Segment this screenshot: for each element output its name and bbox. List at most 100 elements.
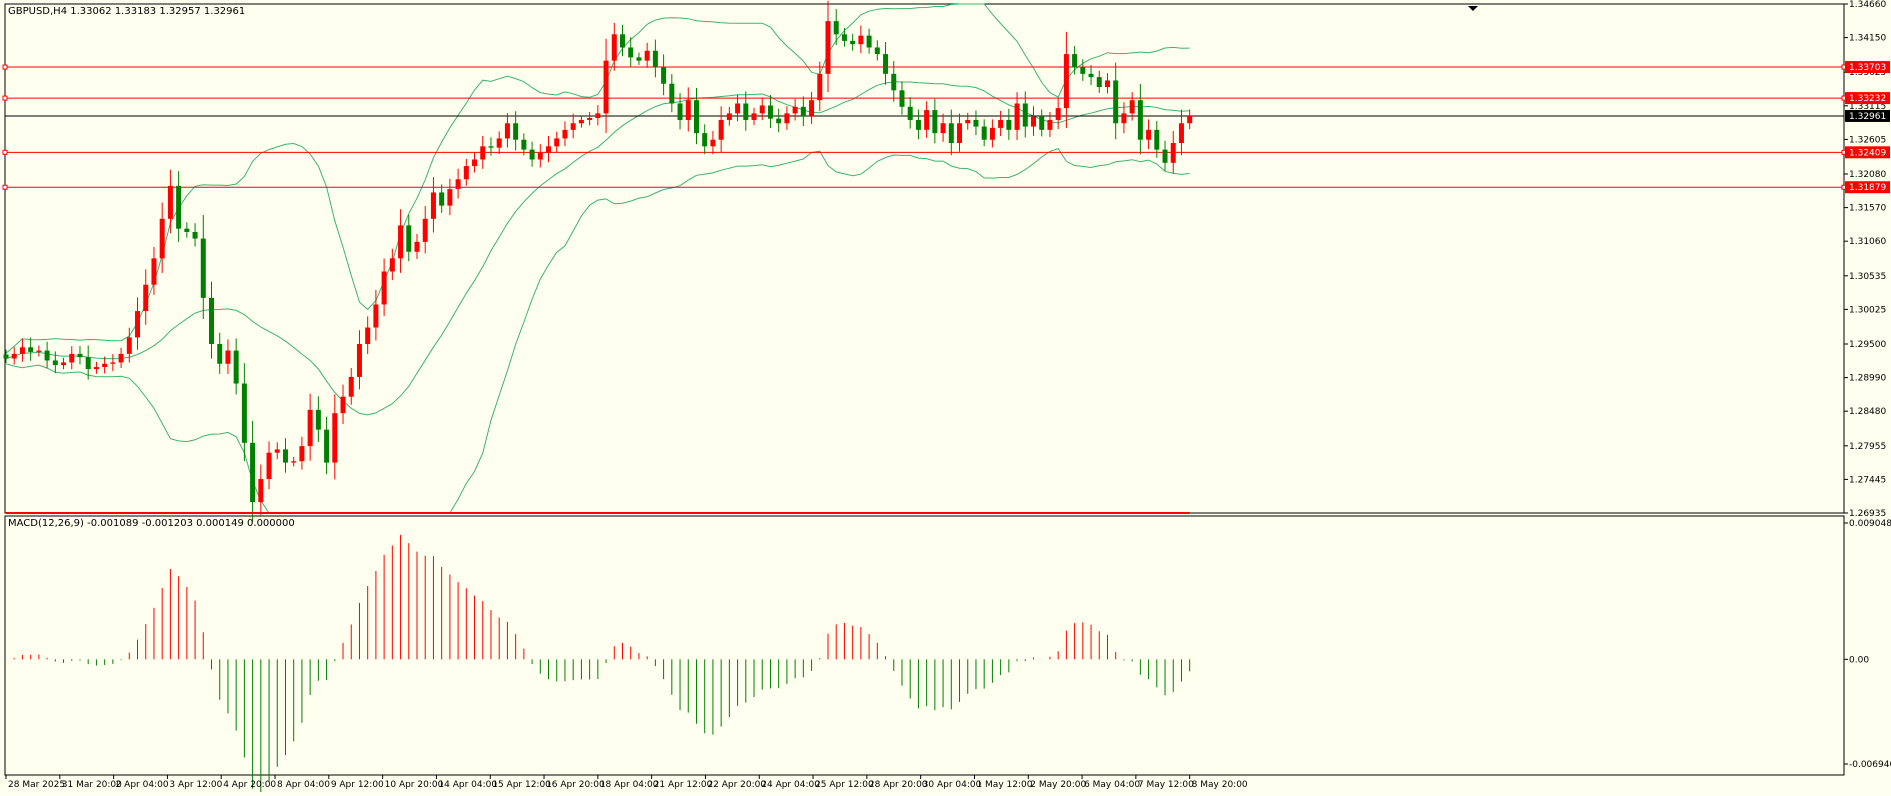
- price-tick-label: 1.31570: [1849, 204, 1886, 214]
- candle-body: [652, 50, 658, 68]
- candle-body: [1022, 103, 1028, 127]
- time-tick-label: 18 Apr 04:00: [600, 780, 659, 790]
- candle-body: [973, 119, 979, 127]
- macd-plot-frame: [4, 515, 1845, 776]
- price-tick-label: 1.30535: [1849, 272, 1886, 282]
- price-tick-label: 1.26935: [1849, 509, 1886, 519]
- price-chart-svg[interactable]: 1.346601.341501.336251.331151.326051.320…: [0, 0, 1891, 795]
- candle-body: [1178, 123, 1184, 144]
- candle-body: [1146, 129, 1152, 140]
- candle-body: [356, 343, 362, 377]
- upper-band-line: [5, 3, 1190, 354]
- candle-body: [225, 350, 231, 364]
- candle-body: [1014, 103, 1020, 130]
- price-tick-label: 1.31060: [1849, 237, 1886, 247]
- candle-body: [406, 225, 412, 252]
- candle-body: [455, 179, 461, 190]
- candle-body: [143, 284, 149, 312]
- candle-body: [587, 117, 593, 120]
- time-tick-label: 1 May 12:00: [976, 780, 1032, 790]
- candle-body: [422, 218, 428, 242]
- price-tick-label: 1.27955: [1849, 442, 1886, 452]
- candle-body: [159, 218, 165, 259]
- level-handle-left-4[interactable]: [2, 184, 8, 190]
- candle-body: [957, 123, 963, 144]
- candle-body: [340, 396, 346, 414]
- candle-body: [850, 40, 856, 45]
- candle-body: [332, 413, 338, 463]
- candle-body: [447, 189, 453, 206]
- candle-body: [759, 105, 765, 114]
- bollinger-bands: [5, 3, 1190, 514]
- candle-body: [1031, 116, 1036, 127]
- price-tick-label: 1.28990: [1849, 374, 1886, 384]
- candle-body: [348, 376, 354, 397]
- candle-body: [620, 34, 625, 48]
- time-tick-label: 3 Apr 12:00: [169, 780, 222, 790]
- candle-body: [636, 57, 642, 61]
- candle-body: [866, 35, 872, 48]
- candle-body: [998, 119, 1004, 128]
- candle-body: [570, 123, 576, 130]
- candle-body: [315, 409, 321, 430]
- time-tick-label: 31 Mar 20:00: [62, 780, 122, 790]
- candle-body: [463, 166, 469, 180]
- candle-body: [381, 271, 387, 305]
- candle-body: [537, 152, 543, 160]
- candle-body: [965, 119, 971, 124]
- macd-tick-label: 0.00: [1849, 655, 1869, 665]
- candle-body: [710, 139, 716, 147]
- candle-body: [743, 103, 749, 120]
- candle-body: [603, 60, 609, 114]
- candle-body: [1104, 80, 1110, 88]
- lower-band-line: [5, 148, 1190, 514]
- price-tick-label: 1.32080: [1849, 170, 1886, 180]
- candle-body: [899, 90, 905, 107]
- candle-body: [184, 228, 190, 232]
- candle-body: [611, 34, 617, 61]
- candle-body: [644, 50, 650, 61]
- candle-body: [430, 192, 436, 219]
- candle-body: [628, 47, 634, 58]
- macd-tick-label: 0.009048: [1849, 519, 1891, 529]
- candle-body: [496, 138, 502, 148]
- candle-body: [1121, 113, 1127, 124]
- candle-body: [661, 67, 667, 84]
- price-tick-label: 1.28480: [1849, 407, 1886, 417]
- candle-body: [940, 123, 946, 134]
- price-tick-label: 1.32605: [1849, 135, 1886, 145]
- candle-body: [767, 105, 773, 119]
- time-tick-label: 6 May 04:00: [1084, 780, 1140, 790]
- level-handle-left-2[interactable]: [2, 95, 8, 101]
- candle-body: [52, 360, 58, 366]
- time-tick-label: 10 Apr 20:00: [385, 780, 444, 790]
- time-tick-label: 8 Apr 04:00: [277, 780, 330, 790]
- price-tick-label: 1.30025: [1849, 305, 1886, 315]
- candle-body: [1072, 54, 1078, 68]
- level-handle-left-1[interactable]: [2, 64, 8, 70]
- candle-body: [19, 347, 25, 354]
- candle-body: [809, 100, 815, 117]
- candle-body: [562, 129, 568, 139]
- candle-body: [1063, 54, 1069, 109]
- time-tick-label: 21 Apr 12:00: [654, 780, 713, 790]
- ohlc-close: 1.32961: [203, 6, 246, 17]
- candle-body: [924, 110, 930, 130]
- candle-body: [398, 225, 404, 259]
- candle-body: [751, 113, 757, 120]
- time-tick-label: 2 May 20:00: [1030, 780, 1086, 790]
- time-tick-label: 16 Apr 20:00: [546, 780, 605, 790]
- candle-body: [291, 461, 297, 463]
- candle-body: [784, 113, 790, 124]
- chart-window[interactable]: 1.34660 1.34150 1.33625 1.33115 1.32605 1.320…: [0, 0, 1891, 795]
- candle-body: [891, 73, 897, 91]
- candle-body: [488, 146, 494, 148]
- candle-body: [282, 449, 288, 463]
- candle-body: [69, 353, 75, 363]
- candle-body: [44, 350, 50, 361]
- candle-body: [110, 362, 116, 364]
- candle-body: [28, 347, 34, 352]
- level-handle-left-3[interactable]: [2, 149, 8, 155]
- candle-body: [365, 327, 371, 344]
- time-tick-label: 9 Apr 12:00: [331, 780, 384, 790]
